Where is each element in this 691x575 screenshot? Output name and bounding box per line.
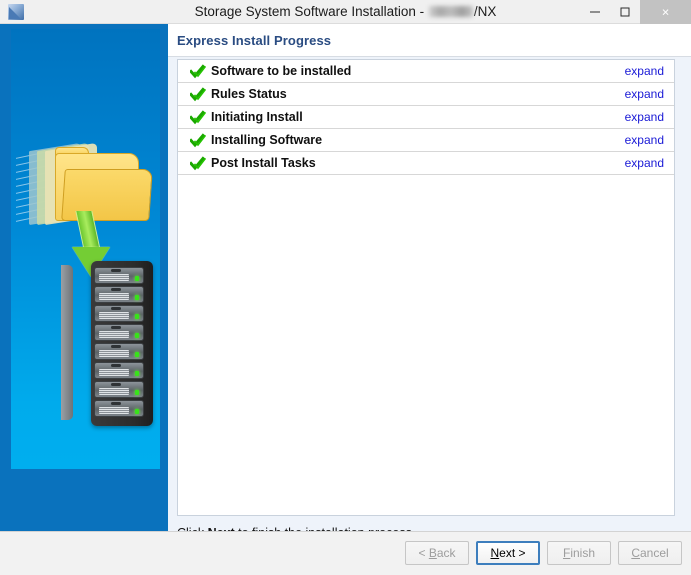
list-item[interactable]: Initiating Install expand	[178, 106, 674, 129]
content-pane: Express Install Progress Software to be …	[168, 24, 691, 551]
installer-illustration	[11, 29, 160, 469]
drive-bay	[94, 343, 144, 360]
green-double-check-icon	[190, 110, 206, 125]
next-button[interactable]: Next >	[476, 541, 540, 565]
drive-bay	[94, 381, 144, 398]
drive-bay	[94, 286, 144, 303]
close-button[interactable]: ×	[640, 0, 691, 24]
green-double-check-icon	[190, 87, 206, 102]
page-title: Express Install Progress	[177, 33, 332, 48]
redacted-hostname	[428, 6, 473, 17]
expand-link[interactable]: expand	[625, 110, 664, 124]
drive-bay	[94, 400, 144, 417]
server-rack-side-icon	[61, 265, 73, 420]
green-double-check-icon	[190, 133, 206, 148]
list-item-label: Post Install Tasks	[211, 156, 316, 170]
list-item-label: Software to be installed	[211, 64, 352, 78]
drive-bay	[94, 305, 144, 322]
list-item-label: Installing Software	[211, 133, 323, 147]
green-double-check-icon	[190, 64, 206, 79]
list-item[interactable]: Post Install Tasks expand	[178, 152, 674, 175]
expand-link[interactable]: expand	[625, 64, 664, 78]
close-icon: ×	[661, 4, 670, 20]
expand-link[interactable]: expand	[625, 133, 664, 147]
title-bar: Storage System Software Installation - /…	[0, 0, 691, 24]
server-rack-icon	[91, 261, 153, 426]
back-button[interactable]: < Back	[405, 541, 469, 565]
maximize-button[interactable]	[610, 0, 640, 24]
list-item[interactable]: Software to be installed expand	[178, 60, 674, 83]
expand-link[interactable]: expand	[625, 87, 664, 101]
list-item-label: Rules Status	[211, 87, 287, 101]
expand-link[interactable]: expand	[625, 156, 664, 170]
button-row: < Back Next > Finish Cancel	[405, 541, 682, 565]
window-title-prefix: Storage System Software Installation -	[194, 4, 428, 19]
finish-button[interactable]: Finish	[547, 541, 611, 565]
window-body: Express Install Progress Software to be …	[0, 24, 691, 575]
footer-bar: < Back Next > Finish Cancel	[0, 531, 691, 575]
green-double-check-icon	[190, 156, 206, 171]
drive-bay	[94, 324, 144, 341]
drive-bay	[94, 267, 144, 284]
minimize-icon	[590, 11, 600, 13]
page-header: Express Install Progress	[168, 24, 691, 57]
list-item-label: Initiating Install	[211, 110, 303, 124]
cancel-button[interactable]: Cancel	[618, 541, 682, 565]
list-item[interactable]: Installing Software expand	[178, 129, 674, 152]
window-title-suffix: /NX	[473, 4, 497, 19]
maximize-icon	[620, 7, 630, 17]
minimize-button[interactable]	[580, 0, 610, 24]
drive-bay	[94, 362, 144, 379]
sidebar-banner	[0, 24, 168, 531]
progress-list: Software to be installed expand Rules St…	[177, 59, 675, 516]
installer-window: Storage System Software Installation - /…	[0, 0, 691, 575]
list-item[interactable]: Rules Status expand	[178, 83, 674, 106]
